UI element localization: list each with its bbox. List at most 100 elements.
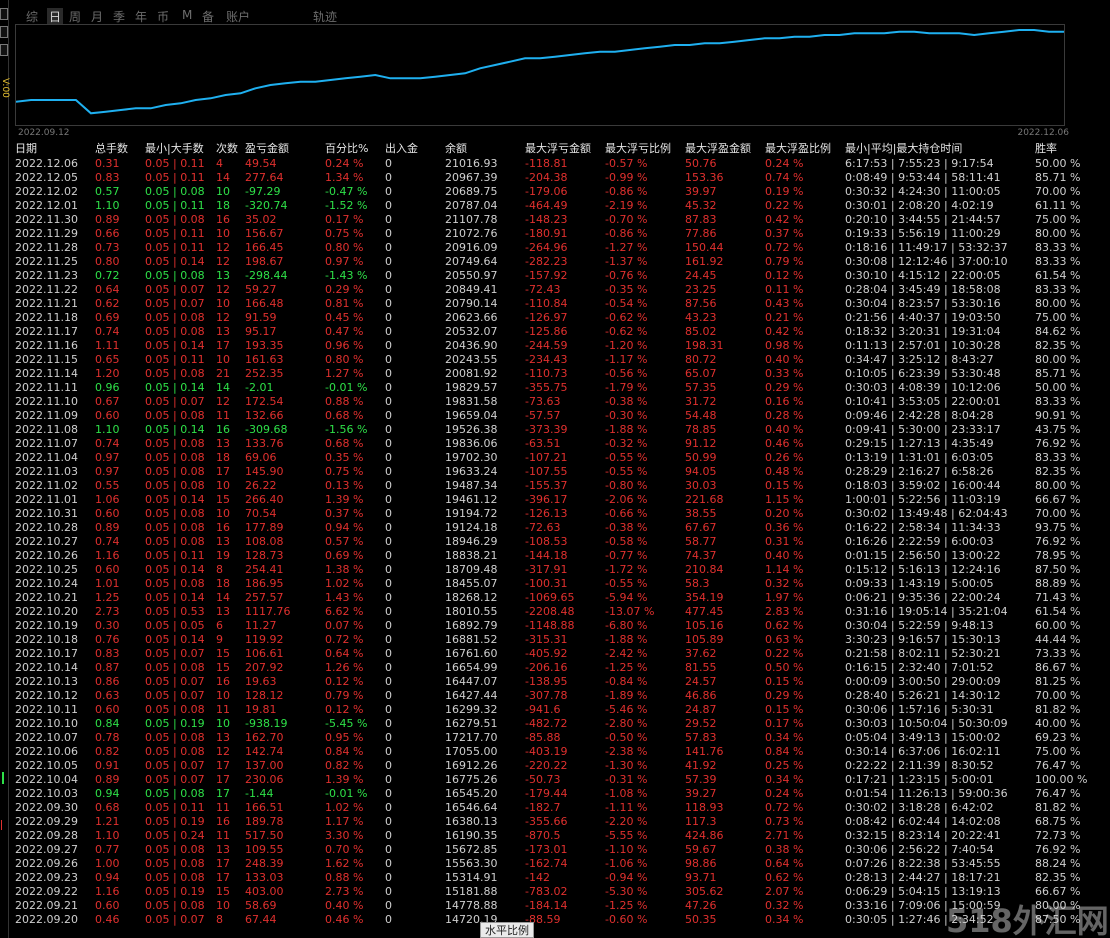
table-row[interactable]: 2022.11.30 0.89 0.05 | 0.08 16 35.02 0.17 % 0 2… xyxy=(0,213,1110,227)
table-row[interactable]: 2022.09.29 1.21 0.05 | 0.19 16 189.78 1.17 % 0… xyxy=(0,815,1110,829)
table-row[interactable]: 2022.10.03 0.94 0.05 | 0.08 17 -1.44 -0.01 % 0… xyxy=(0,787,1110,801)
table-row[interactable]: 2022.11.17 0.74 0.05 | 0.08 13 95.17 0.47 % 0 2… xyxy=(0,325,1110,339)
table-row[interactable]: 2022.11.28 0.73 0.05 | 0.11 12 166.45 0.80 % 0… xyxy=(0,241,1110,255)
header-deposit[interactable]: 出入金 xyxy=(385,142,418,156)
table-row[interactable]: 2022.10.11 0.60 0.05 | 0.08 11 19.81 0.12 % 0 1… xyxy=(0,703,1110,717)
cell-max_float_profit_pct: 0.15 % xyxy=(765,703,804,716)
cell-pct: -1.43 % xyxy=(325,269,368,282)
table-row[interactable]: 2022.11.10 0.67 0.05 | 0.07 12 172.54 0.88 % 0… xyxy=(0,395,1110,409)
table-row[interactable]: 2022.09.23 0.94 0.05 | 0.08 17 133.03 0.88 % 0… xyxy=(0,871,1110,885)
table-row[interactable]: 2022.10.04 0.89 0.05 | 0.07 17 230.06 1.39 % 0… xyxy=(0,773,1110,787)
table-row[interactable]: 2022.10.20 2.73 0.05 | 0.53 13 1117.76 6.62 %… xyxy=(0,605,1110,619)
tab-0[interactable]: 综 xyxy=(26,8,38,25)
table-row[interactable]: 2022.10.19 0.30 0.05 | 0.05 6 11.27 0.07 % 0 16… xyxy=(0,619,1110,633)
table-row[interactable]: 2022.12.01 1.10 0.05 | 0.11 18 -320.74 -1.52 … xyxy=(0,199,1110,213)
tab-5[interactable]: 年 xyxy=(135,8,147,25)
table-row[interactable]: 2022.10.25 0.60 0.05 | 0.14 8 254.41 1.38 % 0 1… xyxy=(0,563,1110,577)
header-date[interactable]: 日期 xyxy=(15,142,37,156)
header-min_max_lots[interactable]: 最小|大手数 xyxy=(145,142,204,156)
table-row[interactable]: 2022.10.18 0.76 0.05 | 0.14 9 119.92 0.72 % 0 1… xyxy=(0,633,1110,647)
table-row[interactable]: 2022.11.07 0.74 0.05 | 0.08 13 133.76 0.68 % 0… xyxy=(0,437,1110,451)
tab-4[interactable]: 季 xyxy=(113,8,125,25)
header-balance[interactable]: 余额 xyxy=(445,142,467,156)
table-row[interactable]: 2022.12.06 0.31 0.05 | 0.11 4 49.54 0.24 % 0 21… xyxy=(0,157,1110,171)
table-row[interactable]: 2022.11.08 1.10 0.05 | 0.14 16 -309.68 -1.56 … xyxy=(0,423,1110,437)
tab-10[interactable]: 轨迹 xyxy=(313,8,337,25)
table-row[interactable]: 2022.10.14 0.87 0.05 | 0.08 15 207.92 1.26 % 0… xyxy=(0,661,1110,675)
table-row[interactable]: 2022.10.07 0.78 0.05 | 0.08 13 162.70 0.95 % 0… xyxy=(0,731,1110,745)
cell-date: 2022.10.05 xyxy=(15,759,78,772)
tab-8[interactable]: 备 xyxy=(202,8,214,25)
header-total_lots[interactable]: 总手数 xyxy=(95,142,128,156)
tab-3[interactable]: 月 xyxy=(91,8,103,25)
cell-min_max_lots: 0.05 | 0.08 xyxy=(145,787,205,800)
table-row[interactable]: 2022.10.26 1.16 0.05 | 0.11 19 128.73 0.69 % 0… xyxy=(0,549,1110,563)
table-row[interactable]: 2022.10.12 0.63 0.05 | 0.07 10 128.12 0.79 % 0… xyxy=(0,689,1110,703)
cell-max_float_profit: 81.55 xyxy=(685,661,717,674)
table-row[interactable]: 2022.10.28 0.89 0.05 | 0.08 16 177.89 0.94 % 0… xyxy=(0,521,1110,535)
table-row[interactable]: 2022.09.27 0.77 0.05 | 0.08 13 109.55 0.70 % 0… xyxy=(0,843,1110,857)
header-pl_amount[interactable]: 盈亏金额 xyxy=(245,142,289,156)
table-row[interactable]: 2022.11.15 0.65 0.05 | 0.11 10 161.63 0.80 % 0… xyxy=(0,353,1110,367)
cell-win_rate: 43.75 % xyxy=(1035,423,1081,436)
table-row[interactable]: 2022.10.24 1.01 0.05 | 0.08 18 186.95 1.02 % 0… xyxy=(0,577,1110,591)
header-max_float_profit[interactable]: 最大浮盈金额 xyxy=(685,142,751,156)
table-row[interactable]: 2022.09.20 0.46 0.05 | 0.07 8 67.44 0.46 % 0 14… xyxy=(0,913,1110,927)
cell-win_rate: 76.92 % xyxy=(1035,843,1081,856)
header-hold_time[interactable]: 最小|平均|最大持仓时间 xyxy=(845,142,962,156)
table-row[interactable]: 2022.10.13 0.86 0.05 | 0.07 16 19.63 0.12 % 0 1… xyxy=(0,675,1110,689)
table-row[interactable]: 2022.11.01 1.06 0.05 | 0.14 15 266.40 1.39 % 0… xyxy=(0,493,1110,507)
table-row[interactable]: 2022.09.28 1.10 0.05 | 0.24 11 517.50 3.30 % 0… xyxy=(0,829,1110,843)
table-row[interactable]: 2022.12.05 0.83 0.05 | 0.11 14 277.64 1.34 % 0… xyxy=(0,171,1110,185)
table-row[interactable]: 2022.12.02 0.57 0.05 | 0.08 10 -97.29 -0.47 %… xyxy=(0,185,1110,199)
header-win_rate[interactable]: 胜率 xyxy=(1035,142,1057,156)
header-count[interactable]: 次数 xyxy=(216,142,238,156)
cell-total_lots: 1.00 xyxy=(95,857,120,870)
table-row[interactable]: 2022.10.06 0.82 0.05 | 0.08 12 142.74 0.84 % 0… xyxy=(0,745,1110,759)
table-row[interactable]: 2022.10.31 0.60 0.05 | 0.08 10 70.54 0.37 % 0 1… xyxy=(0,507,1110,521)
table-row[interactable]: 2022.11.25 0.80 0.05 | 0.14 12 198.67 0.97 % 0… xyxy=(0,255,1110,269)
cell-count: 6 xyxy=(216,619,223,632)
table-row[interactable]: 2022.10.27 0.74 0.05 | 0.08 13 108.08 0.57 % 0… xyxy=(0,535,1110,549)
table-row[interactable]: 2022.10.10 0.84 0.05 | 0.19 10 -938.19 -5.45 … xyxy=(0,717,1110,731)
table-row[interactable]: 2022.11.18 0.69 0.05 | 0.08 12 91.59 0.45 % 0 2… xyxy=(0,311,1110,325)
table-row[interactable]: 2022.11.04 0.97 0.05 | 0.08 18 69.06 0.35 % 0 1… xyxy=(0,451,1110,465)
cell-max_float_profit: 67.67 xyxy=(685,521,717,534)
cell-max_float_profit: 80.72 xyxy=(685,353,717,366)
tab-6[interactable]: 币 xyxy=(157,8,169,25)
table-row[interactable]: 2022.11.14 1.20 0.05 | 0.08 21 252.35 1.27 % 0… xyxy=(0,367,1110,381)
header-max_float_profit_pct[interactable]: 最大浮盈比例 xyxy=(765,142,831,156)
cell-deposit: 0 xyxy=(385,605,392,618)
table-row[interactable]: 2022.10.05 0.91 0.05 | 0.07 17 137.00 0.82 % 0… xyxy=(0,759,1110,773)
table-row[interactable]: 2022.11.09 0.60 0.05 | 0.08 11 132.66 0.68 % 0… xyxy=(0,409,1110,423)
table-row[interactable]: 2022.11.21 0.62 0.05 | 0.07 10 166.48 0.81 % 0… xyxy=(0,297,1110,311)
table-row[interactable]: 2022.10.21 1.25 0.05 | 0.14 14 257.57 1.43 % 0… xyxy=(0,591,1110,605)
cell-count: 13 xyxy=(216,731,230,744)
tab-1[interactable]: 日 xyxy=(47,8,64,25)
cell-count: 17 xyxy=(216,871,230,884)
table-row[interactable]: 2022.11.11 0.96 0.05 | 0.14 14 -2.01 -0.01 % 0… xyxy=(0,381,1110,395)
table-row[interactable]: 2022.09.30 0.68 0.05 | 0.11 11 166.51 1.02 % 0… xyxy=(0,801,1110,815)
table-row[interactable]: 2022.11.02 0.55 0.05 | 0.08 10 26.22 0.13 % 0 1… xyxy=(0,479,1110,493)
tab-2[interactable]: 周 xyxy=(69,8,81,25)
header-max_float_loss_pct[interactable]: 最大浮亏比例 xyxy=(605,142,671,156)
table-row[interactable]: 2022.09.26 1.00 0.05 | 0.08 17 248.39 1.62 % 0… xyxy=(0,857,1110,871)
table-row[interactable]: 2022.11.22 0.64 0.05 | 0.07 12 59.27 0.29 % 0 2… xyxy=(0,283,1110,297)
table-row[interactable]: 2022.11.16 1.11 0.05 | 0.14 17 193.35 0.96 % 0… xyxy=(0,339,1110,353)
cell-max_float_loss_pct: -1.37 % xyxy=(605,255,648,268)
table-row[interactable]: 2022.10.17 0.83 0.05 | 0.07 15 106.61 0.64 % 0… xyxy=(0,647,1110,661)
cell-pct: 0.12 % xyxy=(325,675,364,688)
cell-max_float_loss: -155.37 xyxy=(525,479,568,492)
header-max_float_loss[interactable]: 最大浮亏金额 xyxy=(525,142,591,156)
header-pct[interactable]: 百分比% xyxy=(325,142,368,156)
table-row[interactable]: 2022.11.03 0.97 0.05 | 0.08 17 145.90 0.75 % 0… xyxy=(0,465,1110,479)
tab-9[interactable]: 账户 xyxy=(226,8,250,25)
table-row[interactable]: 2022.09.21 0.60 0.05 | 0.08 10 58.69 0.40 % 0 1… xyxy=(0,899,1110,913)
table-row[interactable]: 2022.09.22 1.16 0.05 | 0.19 15 403.00 2.73 % 0… xyxy=(0,885,1110,899)
table-row[interactable]: 2022.11.29 0.66 0.05 | 0.11 10 156.67 0.75 % 0… xyxy=(0,227,1110,241)
table-row[interactable]: 2022.11.23 0.72 0.05 | 0.08 13 -298.44 -1.43 … xyxy=(0,269,1110,283)
cell-max_float_profit_pct: 0.25 % xyxy=(765,759,804,772)
toolbar-button-3[interactable] xyxy=(0,44,8,56)
cell-deposit: 0 xyxy=(385,269,392,282)
tab-7[interactable]: M xyxy=(182,8,192,22)
